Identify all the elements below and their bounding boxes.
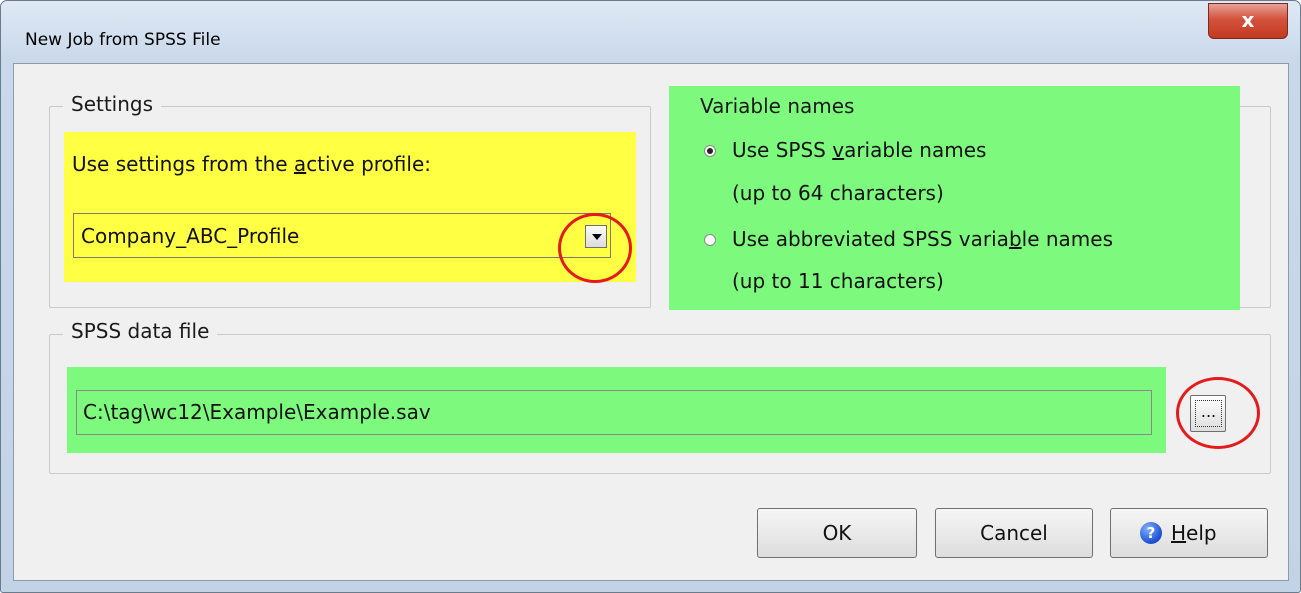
radio-use-spss-names-label[interactable]: Use SPSS variable names bbox=[732, 138, 986, 162]
title-bar[interactable]: New Job from SPSS File x bbox=[1, 1, 1300, 63]
help-button[interactable]: ? Help bbox=[1110, 508, 1268, 558]
close-button[interactable]: x bbox=[1208, 3, 1288, 39]
profile-combobox[interactable]: Company_ABC_Profile bbox=[73, 213, 611, 258]
profile-combobox-value: Company_ABC_Profile bbox=[81, 224, 300, 248]
ok-button-label: OK bbox=[822, 521, 852, 545]
radio-use-spss-names[interactable] bbox=[704, 145, 716, 157]
radio-use-abbreviated-names-sublabel: (up to 11 characters) bbox=[732, 269, 944, 293]
dropdown-annotation-circle bbox=[558, 213, 632, 283]
variable-names-group-label: Variable names bbox=[692, 94, 863, 118]
data-file-group-label: SPSS data file bbox=[63, 319, 218, 343]
window-title: New Job from SPSS File bbox=[25, 30, 221, 50]
help-button-label: Help bbox=[1171, 521, 1217, 545]
radio-use-abbreviated-names-label[interactable]: Use abbreviated SPSS variable names bbox=[732, 227, 1113, 251]
dialog-window: New Job from SPSS File x Settings Use se… bbox=[0, 0, 1301, 593]
cancel-button[interactable]: Cancel bbox=[935, 508, 1093, 558]
cancel-button-label: Cancel bbox=[980, 521, 1048, 545]
radio-use-spss-names-sublabel: (up to 64 characters) bbox=[732, 181, 944, 205]
data-file-path-value: C:\tag\wc12\Example\Example.sav bbox=[83, 400, 431, 424]
close-icon: x bbox=[1241, 8, 1255, 32]
ok-button[interactable]: OK bbox=[757, 508, 917, 558]
data-file-path-input[interactable]: C:\tag\wc12\Example\Example.sav bbox=[76, 390, 1152, 435]
browse-annotation-circle bbox=[1176, 377, 1260, 449]
settings-group-label: Settings bbox=[63, 92, 162, 116]
help-icon: ? bbox=[1140, 522, 1162, 544]
dialog-client-area: Settings Use settings from the active pr… bbox=[13, 63, 1289, 581]
profile-label: Use settings from the active profile: bbox=[72, 152, 431, 176]
radio-use-abbreviated-names[interactable] bbox=[704, 234, 716, 246]
